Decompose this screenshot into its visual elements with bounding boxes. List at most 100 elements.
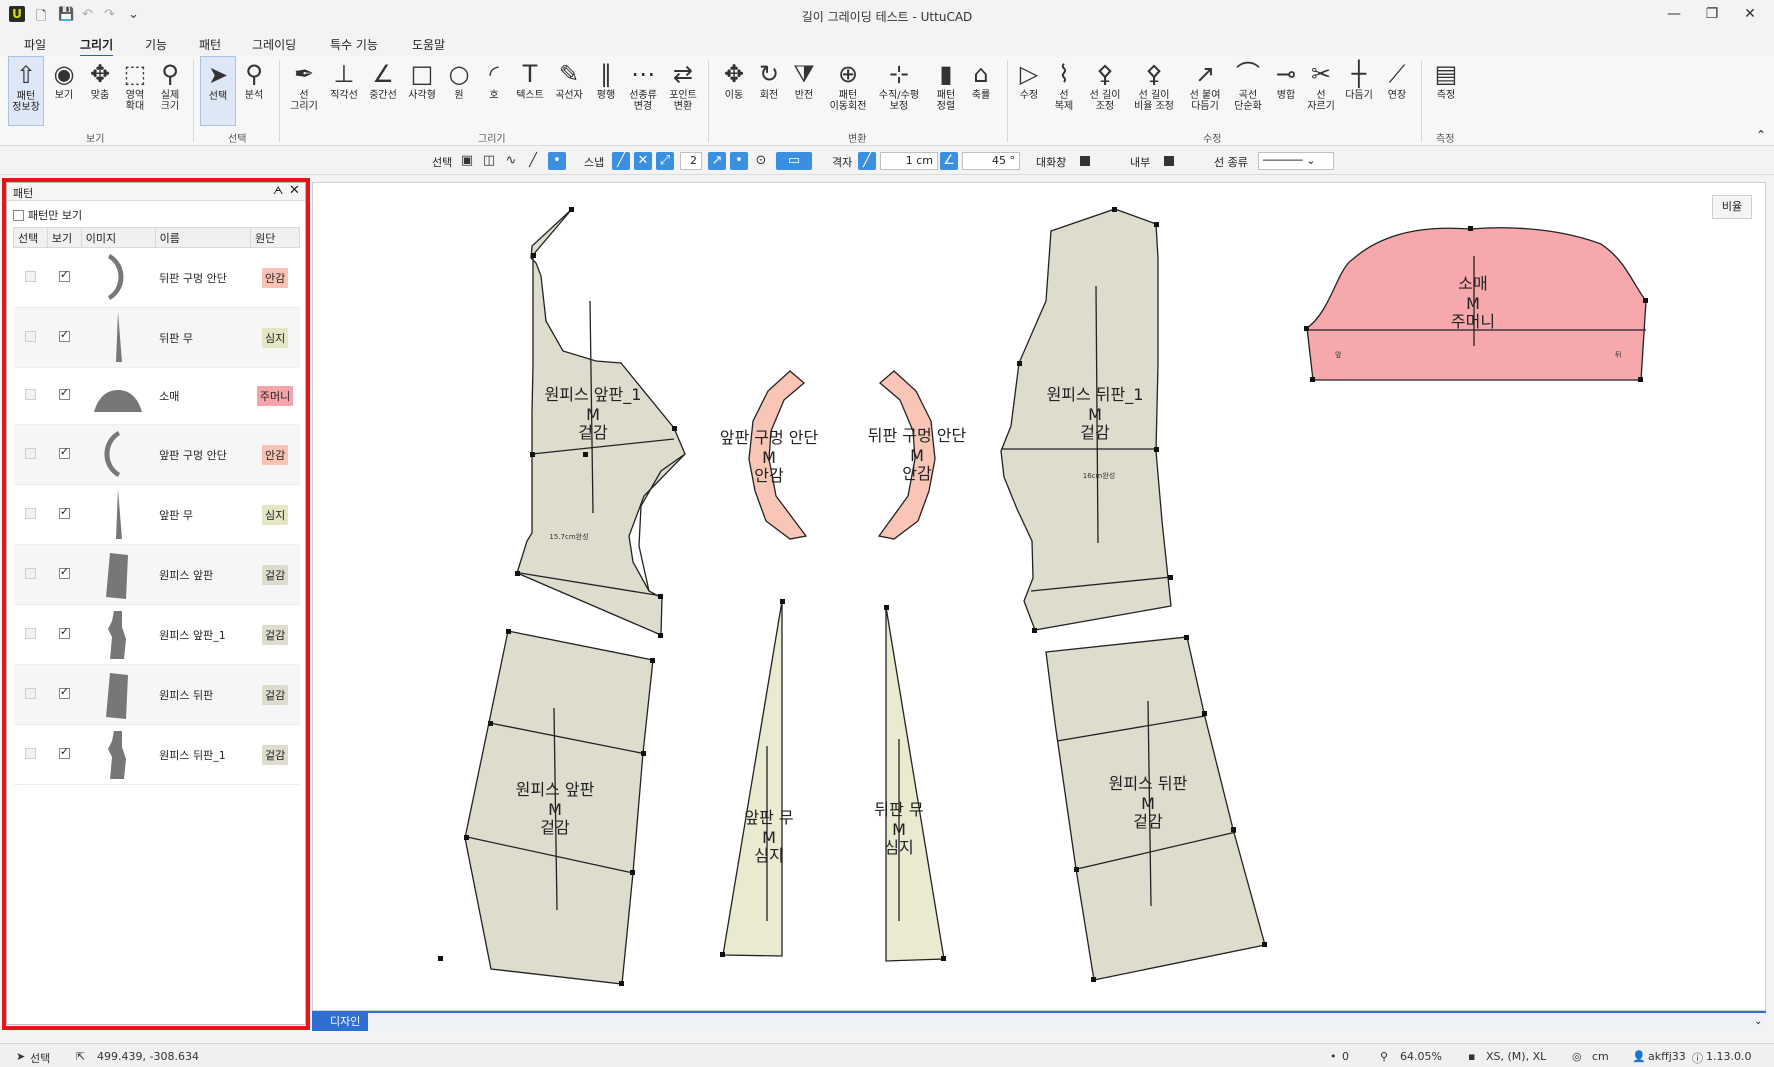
ribbon-extend-button[interactable]: ⟋ 연장: [1379, 56, 1415, 101]
pattern-name[interactable]: 뒤판 무: [155, 307, 251, 368]
tab-design[interactable]: 디자인: [312, 1013, 369, 1031]
ribbon-pattern-info-button[interactable]: ⇧ 패턴 정보창: [8, 56, 44, 126]
select-checkbox[interactable]: [24, 507, 36, 519]
row-select-cell[interactable]: [13, 367, 48, 425]
fabric-cell[interactable]: 겉감: [250, 664, 300, 725]
row-visible-cell[interactable]: [47, 424, 82, 485]
fabric-cell[interactable]: 겉감: [250, 544, 300, 605]
tab-help[interactable]: 도움말: [412, 36, 445, 53]
pin-icon[interactable]: ᗅ: [273, 184, 283, 198]
snap-line-icon[interactable]: ╱: [612, 152, 630, 170]
fabric-cell[interactable]: 안감: [250, 424, 300, 485]
select-checkbox[interactable]: [24, 447, 36, 459]
row-select-cell[interactable]: [13, 424, 48, 485]
restore-button[interactable]: ❐: [1702, 6, 1722, 22]
pattern-name[interactable]: 원피스 앞판: [155, 544, 251, 605]
ribbon-line-ratio-button[interactable]: ⚴ 선 길이 비율 조정: [1128, 56, 1180, 112]
ribbon-select-button[interactable]: ➤ 선택: [200, 56, 236, 126]
ribbon-curve-ruler-button[interactable]: ✎ 곡선자: [551, 56, 587, 101]
table-row[interactable]: 뒤판 무 심지: [13, 307, 300, 368]
pattern-name[interactable]: 원피스 뒤판_1: [155, 724, 251, 785]
fabric-cell[interactable]: 겉감: [250, 724, 300, 785]
pattern-name[interactable]: 앞판 무: [155, 484, 251, 545]
ribbon-view-button[interactable]: ◉ 보기: [46, 56, 82, 101]
table-row[interactable]: 원피스 앞판_1 겉감: [13, 604, 300, 665]
checkbox-icon[interactable]: [13, 209, 24, 221]
pattern-name[interactable]: 원피스 앞판_1: [155, 604, 251, 665]
dialog-color-swatch[interactable]: [1080, 156, 1090, 166]
ribbon-move-button[interactable]: ✥ 이동: [716, 56, 752, 101]
inner-color-swatch[interactable]: [1164, 156, 1174, 166]
ribbon-rectangle-button[interactable]: □ 사각형: [404, 56, 440, 101]
table-row[interactable]: 원피스 앞판 겉감: [13, 544, 300, 605]
tab-grading[interactable]: 그레이딩: [252, 36, 296, 53]
ribbon-parallel-button[interactable]: ∥ 평행: [588, 56, 624, 101]
snap-center-icon[interactable]: ⊙: [752, 152, 770, 170]
snap-diagonal-icon[interactable]: ⤢: [656, 152, 674, 170]
ribbon-line-type-button[interactable]: ⋯ 선종류 변경: [625, 56, 661, 112]
table-row[interactable]: 원피스 뒤판_1 겉감: [13, 724, 300, 785]
ribbon-merge-button[interactable]: ⊸ 병합: [1268, 56, 1304, 101]
image-select-icon[interactable]: ▣: [458, 152, 476, 170]
table-row[interactable]: 원피스 뒤판 겉감: [13, 664, 300, 725]
table-row[interactable]: 앞판 구멍 안단 안감: [13, 424, 300, 485]
row-select-cell[interactable]: [13, 247, 48, 308]
close-button[interactable]: ✕: [1740, 6, 1760, 22]
row-visible-cell[interactable]: [47, 604, 82, 665]
visible-checkbox[interactable]: [58, 268, 70, 282]
row-visible-cell[interactable]: [47, 247, 82, 308]
row-visible-cell[interactable]: [47, 307, 82, 368]
ribbon-pattern-move-rotate-button[interactable]: ⊕ 패턴 이동회전: [826, 56, 870, 112]
fabric-cell[interactable]: 심지: [250, 484, 300, 545]
ribbon-point-convert-button[interactable]: ⇄ 포인트 변환: [665, 56, 701, 112]
tab-special[interactable]: 특수 기능: [330, 36, 378, 53]
visible-checkbox[interactable]: [58, 386, 70, 400]
row-select-cell[interactable]: [13, 664, 48, 725]
visible-checkbox[interactable]: [58, 685, 70, 699]
row-select-cell[interactable]: [13, 544, 48, 605]
col-visible[interactable]: 보기: [46, 227, 82, 248]
ribbon-measure-button[interactable]: ▤ 측정: [1428, 56, 1464, 101]
visible-checkbox[interactable]: [58, 505, 70, 519]
ribbon-mid-line-button[interactable]: ∠ 중간선: [365, 56, 401, 101]
row-visible-cell[interactable]: [47, 724, 82, 785]
ribbon-text-button[interactable]: T 텍스트: [512, 56, 548, 101]
angle-input[interactable]: 45 °: [962, 152, 1020, 170]
visible-checkbox[interactable]: [58, 745, 70, 759]
close-icon[interactable]: ✕: [289, 183, 300, 198]
select-checkbox[interactable]: [24, 270, 36, 282]
ribbon-shrink-button[interactable]: ⌂ 축률: [963, 56, 999, 101]
visible-checkbox[interactable]: [58, 445, 70, 459]
grid-toggle-icon[interactable]: ╱: [858, 152, 876, 170]
col-select[interactable]: 선택: [13, 227, 48, 248]
pattern-name[interactable]: 뒤판 구멍 안단: [155, 247, 251, 308]
select-checkbox[interactable]: [24, 627, 36, 639]
fabric-cell[interactable]: 안감: [250, 247, 300, 308]
patterns-only-checkbox[interactable]: 패턴만 보기: [13, 207, 82, 223]
select-checkbox[interactable]: [24, 389, 36, 400]
ribbon-line-length-button[interactable]: ⚴ 선 길이 조정: [1085, 56, 1125, 112]
fabric-cell[interactable]: 겉감: [250, 604, 300, 665]
status-zoom[interactable]: 64.05%: [1400, 1050, 1442, 1063]
select-checkbox[interactable]: [24, 687, 36, 699]
row-select-cell[interactable]: [13, 604, 48, 665]
row-visible-cell[interactable]: [47, 664, 82, 725]
select-checkbox[interactable]: [24, 567, 36, 579]
ribbon-right-angle-button[interactable]: ⊥ 직각선: [326, 56, 362, 101]
fabric-cell[interactable]: 심지: [250, 307, 300, 368]
grid-size-input[interactable]: 1 cm: [880, 152, 938, 170]
col-fabric[interactable]: 원단: [250, 227, 300, 248]
pattern-name[interactable]: 앞판 구멍 안단: [155, 424, 251, 485]
ribbon-arc-button[interactable]: ◜ 호: [476, 56, 512, 101]
ribbon-actual-size-button[interactable]: ⚲ 실제 크기: [152, 56, 188, 112]
snap-count-input[interactable]: 2: [680, 152, 702, 170]
polyline-select-icon[interactable]: ∿: [502, 152, 520, 170]
ribbon-rotate-button[interactable]: ↻ 회전: [751, 56, 787, 101]
visible-checkbox[interactable]: [58, 565, 70, 579]
snap-toggle-icon[interactable]: ▭: [776, 152, 812, 170]
ribbon-draw-line-button[interactable]: ✒ 선 그리기: [286, 56, 322, 112]
line-type-select[interactable]: ────── ⌄: [1258, 152, 1334, 170]
ribbon-fit-button[interactable]: ✥ 맞춤: [82, 56, 118, 101]
ribbon-curve-simplify-button[interactable]: ⌒ 곡선 단순화: [1228, 56, 1268, 112]
tab-strip-arrow-icon[interactable]: ⌄: [1754, 1016, 1762, 1027]
